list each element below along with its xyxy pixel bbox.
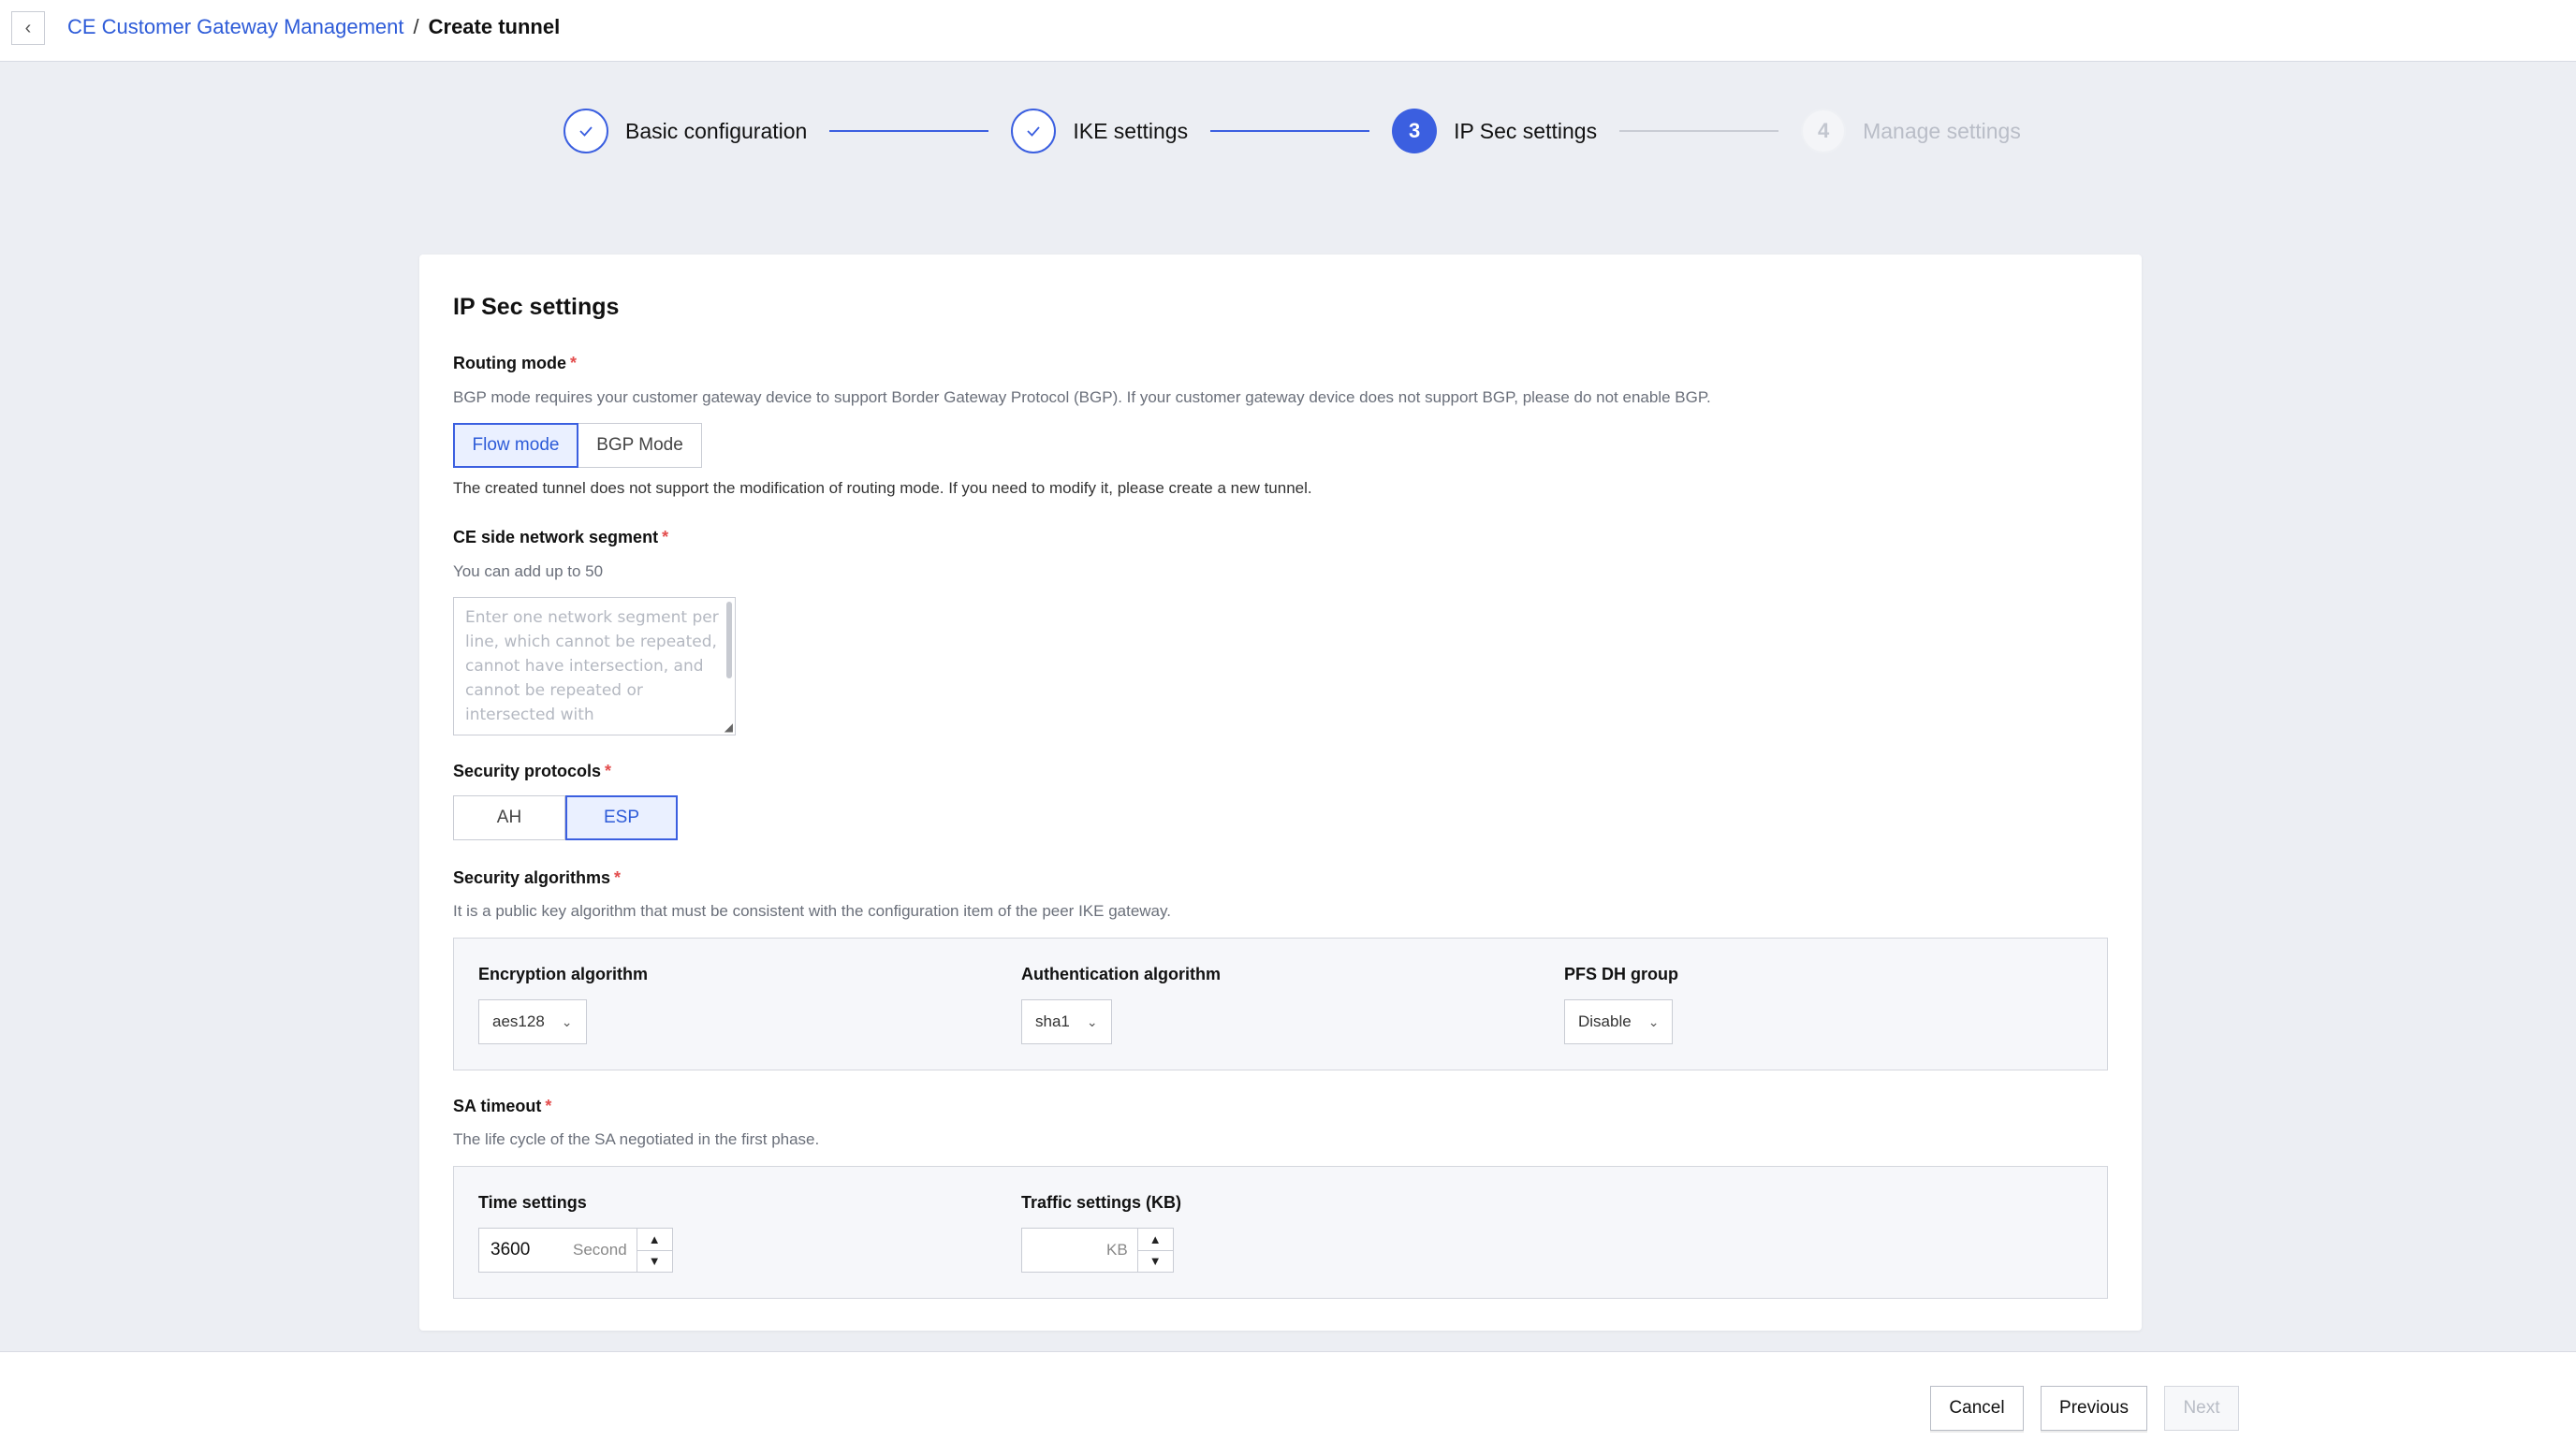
- step-label: IP Sec settings: [1454, 118, 1598, 143]
- esp-option[interactable]: ESP: [565, 795, 678, 840]
- ce-segment-hint: You can add up to 50: [453, 562, 604, 580]
- check-icon: [564, 109, 608, 153]
- authentication-algorithm-label: Authentication algorithm: [1021, 965, 1221, 983]
- step-number: 4: [1801, 109, 1847, 153]
- chevron-down-icon: ⌄: [561, 1013, 573, 1029]
- stepper: Basic configuration IKE settings 3 IP Se…: [564, 107, 2021, 155]
- step-connector: [1619, 130, 1779, 132]
- chevron-down-icon: ⌄: [1647, 1013, 1660, 1029]
- step-label: Basic configuration: [625, 118, 808, 143]
- security-protocols-label-text: Security protocols: [453, 762, 602, 780]
- textarea-placeholder: Enter one network segment per line, whic…: [465, 608, 719, 724]
- required-mark: *: [605, 762, 612, 780]
- traffic-unit: KB: [1106, 1241, 1128, 1259]
- pfs-dh-group-select[interactable]: Disable ⌄: [1564, 999, 1674, 1044]
- breadcrumb-current: Create tunnel: [428, 15, 561, 38]
- top-bar: ‹ CE Customer Gateway Management / Creat…: [0, 0, 2576, 62]
- routing-mode-toggle: Flow mode BGP Mode: [453, 423, 702, 468]
- decrement-icon[interactable]: ▼: [1137, 1249, 1173, 1273]
- required-mark: *: [569, 354, 577, 372]
- sa-timeout-label-text: SA timeout: [453, 1097, 542, 1115]
- breadcrumb-parent-link[interactable]: CE Customer Gateway Management: [67, 13, 404, 41]
- select-value: Disable: [1578, 1012, 1632, 1030]
- textarea-scrollbar[interactable]: [726, 602, 732, 678]
- flow-mode-option[interactable]: Flow mode: [453, 423, 578, 468]
- sa-timeout-label: SA timeout *: [453, 1097, 551, 1116]
- breadcrumb: CE Customer Gateway Management / Create …: [67, 13, 560, 41]
- security-algorithms-hint: It is a public key algorithm that must b…: [453, 902, 1171, 920]
- time-value[interactable]: 3600: [479, 1240, 573, 1260]
- traffic-settings-label: Traffic settings (KB): [1021, 1193, 1182, 1212]
- security-algorithms-label: Security algorithms *: [453, 868, 621, 888]
- step-connector: [829, 130, 989, 132]
- ce-segment-textarea[interactable]: Enter one network segment per line, whic…: [453, 597, 736, 735]
- security-protocols-toggle: AH ESP: [453, 795, 678, 840]
- authentication-algorithm-group: Authentication algorithm sha1 ⌄: [1021, 965, 1221, 1044]
- step-label: IKE settings: [1073, 118, 1189, 143]
- select-value: sha1: [1035, 1012, 1070, 1030]
- time-settings-label: Time settings: [478, 1193, 587, 1212]
- encryption-algorithm-label: Encryption algorithm: [478, 965, 649, 983]
- security-algorithms-panel: Encryption algorithm aes128 ⌄ Authentica…: [453, 938, 2108, 1070]
- traffic-settings-input[interactable]: KB ▲ ▼: [1021, 1228, 1174, 1273]
- routing-mode-hint: BGP mode requires your customer gateway …: [453, 388, 1711, 406]
- time-stepper: ▲ ▼: [636, 1229, 672, 1273]
- breadcrumb-separator: /: [413, 15, 419, 38]
- ipsec-settings-card: IP Sec settings Routing mode * BGP mode r…: [419, 255, 2142, 1331]
- security-algorithms-label-text: Security algorithms: [453, 868, 611, 887]
- time-unit: Second: [573, 1241, 627, 1259]
- time-settings-input[interactable]: 3600 Second ▲ ▼: [478, 1228, 673, 1273]
- ce-segment-label-text: CE side network segment: [453, 528, 659, 546]
- card-title: IP Sec settings: [453, 294, 620, 320]
- sa-timeout-hint: The life cycle of the SA negotiated in t…: [453, 1130, 820, 1148]
- security-protocols-label: Security protocols *: [453, 762, 611, 781]
- previous-button[interactable]: Previous: [2041, 1386, 2147, 1431]
- required-mark: *: [545, 1097, 552, 1115]
- pfs-dh-group-group: PFS DH group Disable ⌄: [1564, 965, 1678, 1044]
- decrement-icon[interactable]: ▼: [637, 1249, 672, 1273]
- step-ike-settings: IKE settings: [1011, 109, 1188, 153]
- ce-segment-label: CE side network segment *: [453, 528, 668, 547]
- footer-bar: Cancel Previous Next: [0, 1351, 2576, 1456]
- select-value: aes128: [492, 1012, 545, 1030]
- resize-grip-icon[interactable]: ◢: [724, 721, 733, 733]
- step-number: 3: [1392, 109, 1438, 153]
- traffic-settings-group: Traffic settings (KB) KB ▲ ▼: [1021, 1193, 1181, 1273]
- routing-mode-label: Routing mode *: [453, 354, 577, 373]
- pfs-dh-group-label: PFS DH group: [1564, 965, 1678, 983]
- encryption-algorithm-group: Encryption algorithm aes128 ⌄: [478, 965, 648, 1044]
- ah-option[interactable]: AH: [453, 795, 565, 840]
- required-mark: *: [614, 868, 622, 887]
- bgp-mode-option[interactable]: BGP Mode: [578, 423, 702, 468]
- step-ip-sec-settings: 3 IP Sec settings: [1392, 109, 1597, 153]
- step-basic-configuration: Basic configuration: [564, 109, 807, 153]
- chevron-left-icon: ‹: [24, 17, 32, 38]
- next-button[interactable]: Next: [2164, 1386, 2239, 1431]
- cancel-button[interactable]: Cancel: [1930, 1386, 2024, 1431]
- check-icon: [1011, 109, 1057, 153]
- encryption-algorithm-select[interactable]: aes128 ⌄: [478, 999, 587, 1044]
- routing-mode-note: The created tunnel does not support the …: [453, 479, 1312, 497]
- sa-timeout-panel: Time settings 3600 Second ▲ ▼ Traffic se…: [453, 1166, 2108, 1299]
- traffic-stepper: ▲ ▼: [1136, 1229, 1173, 1273]
- back-button[interactable]: ‹: [11, 11, 45, 45]
- routing-mode-label-text: Routing mode: [453, 354, 566, 372]
- time-settings-group: Time settings 3600 Second ▲ ▼: [478, 1193, 673, 1273]
- authentication-algorithm-select[interactable]: sha1 ⌄: [1021, 999, 1112, 1044]
- increment-icon[interactable]: ▲: [1138, 1229, 1173, 1250]
- step-label: Manage settings: [1863, 118, 2021, 143]
- chevron-down-icon: ⌄: [1086, 1013, 1098, 1029]
- required-mark: *: [662, 528, 669, 546]
- step-connector: [1210, 130, 1370, 132]
- increment-icon[interactable]: ▲: [637, 1229, 672, 1250]
- step-manage-settings: 4 Manage settings: [1801, 109, 2021, 153]
